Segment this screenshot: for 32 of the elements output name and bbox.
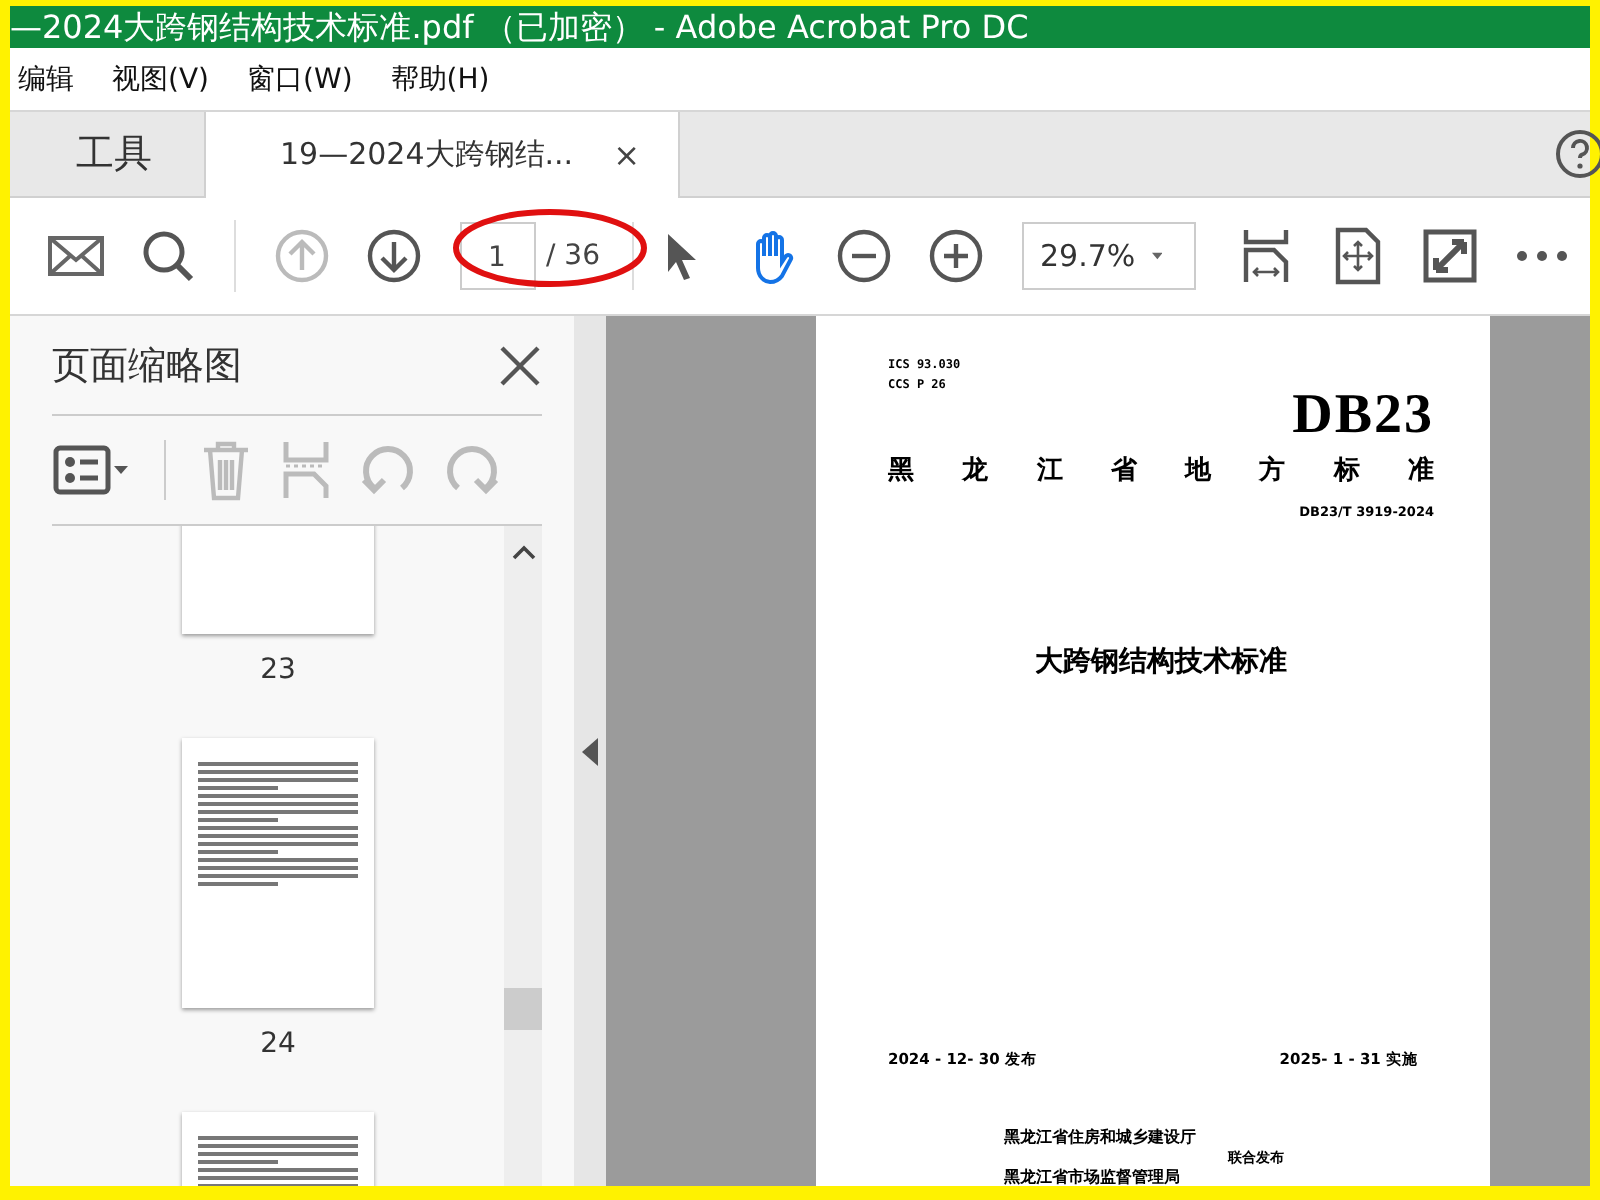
window-title: —2024大跨钢结构技术标准.pdf （已加密） - Adobe Acrobat Pro DC	[10, 8, 1029, 46]
help-icon[interactable]	[1554, 128, 1600, 180]
close-tab-button[interactable]: ×	[613, 136, 640, 174]
issuer-name: 黑龙江省住房和城乡建设厅	[1004, 1126, 1196, 1148]
tools-tab[interactable]: 工具	[10, 112, 204, 196]
close-icon[interactable]	[498, 343, 542, 387]
zoom-dropdown[interactable]: 29.7%	[1021, 222, 1196, 290]
page-thumbnail[interactable]	[182, 738, 374, 1008]
scrollbar-thumb[interactable]	[504, 988, 542, 1030]
collapse-icon[interactable]	[582, 737, 598, 765]
scrollbar[interactable]	[504, 526, 542, 1186]
caret-icon	[1151, 250, 1162, 262]
search-icon[interactable]	[138, 226, 198, 286]
menu-item[interactable]: 窗口(W)	[239, 61, 375, 97]
document-title: 大跨钢结构技术标准	[1033, 644, 1289, 680]
menu-item[interactable]: 帮助(H)	[382, 61, 512, 97]
zoom-out-icon[interactable]	[833, 226, 894, 286]
zoom-in-icon[interactable]	[925, 226, 986, 286]
scroll-up-icon[interactable]	[511, 542, 535, 562]
standard-category: 黑 龙 江 省 地 方 标 准	[888, 453, 1434, 488]
panel-title: 页面缩略图	[52, 341, 242, 391]
menu-item[interactable]: 视图(V)	[104, 61, 232, 97]
page-label: 24	[260, 1028, 296, 1060]
document-tab[interactable]: 19—2024大跨钢结... ×	[204, 112, 680, 198]
page-label: 23	[260, 654, 296, 686]
menu-item[interactable]: 编辑	[10, 61, 96, 97]
next-page-icon[interactable]	[364, 226, 424, 286]
fullscreen-icon[interactable]	[1419, 226, 1480, 286]
page-total: / 36	[536, 222, 634, 290]
page-number-field[interactable]: 1	[460, 222, 536, 290]
options-list-icon[interactable]	[52, 440, 132, 500]
issuer-name: 黑龙江省市场监督管理局	[1004, 1166, 1182, 1186]
